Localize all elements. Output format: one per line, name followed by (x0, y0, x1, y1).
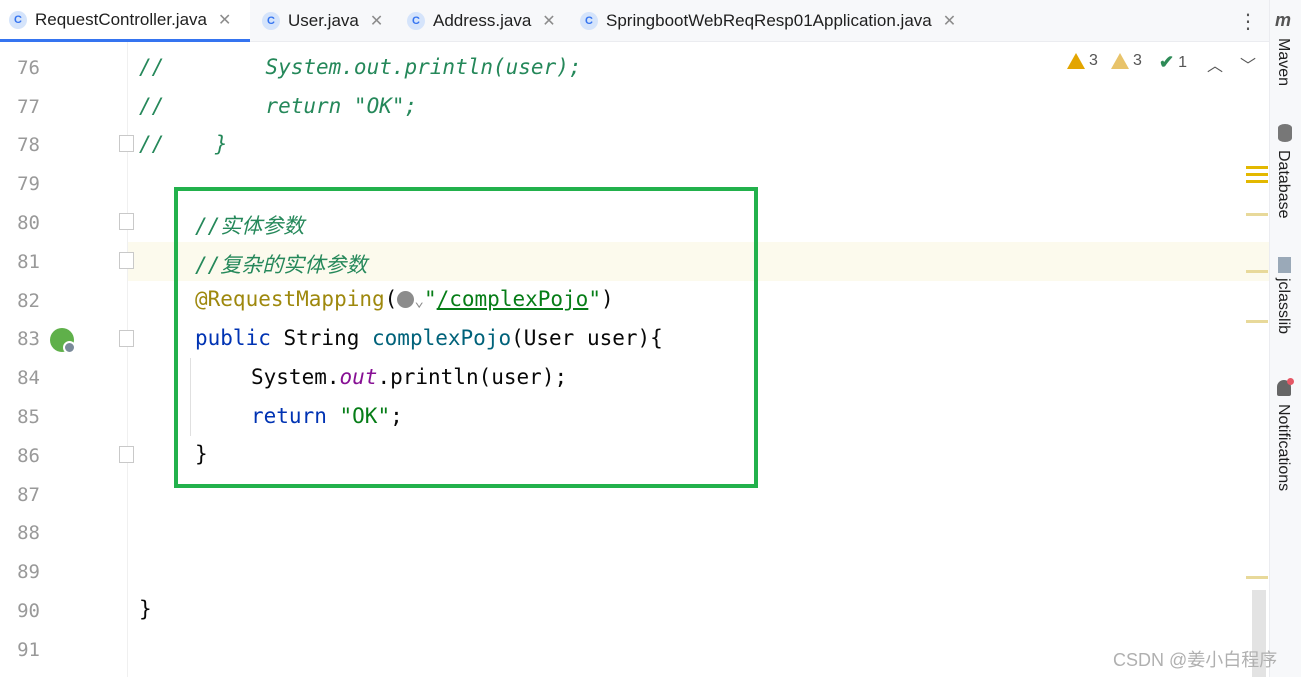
code-line-78: // } (139, 132, 228, 156)
class-icon: C (407, 12, 425, 30)
maven-tool-button[interactable]: Maven (1274, 38, 1292, 86)
marker-line (1246, 166, 1268, 169)
line-number: 83 (17, 328, 40, 350)
marker-line (1246, 173, 1268, 176)
database-tool-button[interactable]: Database (1274, 150, 1292, 219)
line-number: 82 (17, 290, 40, 312)
line-number: 77 (17, 96, 40, 118)
line-number: 78 (17, 134, 40, 156)
line-number: 84 (17, 367, 40, 389)
warning-count: 3 (1089, 52, 1098, 69)
highlight-box (174, 187, 758, 488)
chevron-down-icon: ﹀ (1240, 58, 1257, 75)
close-icon[interactable]: ✕ (542, 11, 555, 31)
right-tool-strip (1269, 0, 1301, 677)
weak-warning-icon (1111, 53, 1129, 69)
tab-address[interactable]: C Address.java ✕ (407, 0, 556, 42)
hamburger-marker-icon[interactable] (1246, 166, 1268, 184)
close-icon[interactable]: ✕ (218, 10, 231, 30)
tab-request-controller[interactable]: C RequestController.java ✕ (0, 0, 250, 42)
typo-count: 1 (1178, 53, 1187, 71)
line-number: 79 (17, 173, 40, 195)
line-number: 91 (17, 639, 40, 661)
fold-marker[interactable] (119, 446, 134, 463)
line-number: 86 (17, 445, 40, 467)
jclasslib-icon (1278, 257, 1291, 273)
scroll-marker[interactable] (1246, 270, 1268, 273)
inspection-weak-warnings[interactable]: 3 (1111, 52, 1142, 70)
line-number: 81 (17, 251, 40, 273)
fold-marker[interactable] (119, 330, 134, 347)
inspection-typos[interactable]: ✔ 1 (1159, 52, 1187, 73)
maven-icon: m (1275, 10, 1292, 30)
scroll-marker[interactable] (1246, 576, 1268, 579)
line-number: 89 (17, 561, 40, 583)
notification-dot (1287, 378, 1294, 385)
close-icon[interactable]: ✕ (943, 11, 956, 31)
editor-tab-bar: C RequestController.java ✕ C User.java ✕… (0, 0, 1269, 42)
watermark: CSDN @姜小白程序 (1113, 650, 1278, 670)
fold-marker[interactable] (119, 213, 134, 230)
run-class-icon: C (580, 12, 598, 30)
line-number: 90 (17, 600, 40, 622)
code-line-76: // System.out.println(user); (139, 55, 582, 79)
globe-icon (63, 341, 76, 354)
inspection-warnings[interactable]: 3 (1067, 52, 1098, 70)
spring-endpoint-icon[interactable] (50, 328, 76, 354)
line-number: 80 (17, 212, 40, 234)
line-number: 76 (17, 57, 40, 79)
weak-warning-count: 3 (1133, 52, 1142, 69)
tab-label: User.java (288, 11, 359, 30)
warning-icon (1067, 53, 1085, 69)
chevron-up-icon: ︿ (1207, 58, 1224, 75)
class-icon: C (9, 10, 27, 29)
line-number: 87 (17, 484, 40, 506)
tab-label: SpringbootWebReqResp01Application.java (606, 11, 932, 30)
line-number: 85 (17, 406, 40, 428)
fold-marker[interactable] (119, 252, 134, 269)
previous-highlight-button[interactable]: ︿ (1207, 52, 1223, 76)
typo-check-icon: ✔ (1159, 52, 1175, 72)
scroll-marker[interactable] (1246, 320, 1268, 323)
tab-application[interactable]: C SpringbootWebReqResp01Application.java… (580, 0, 956, 42)
tab-label: Address.java (433, 11, 532, 30)
scroll-marker[interactable] (1246, 213, 1268, 216)
next-highlight-button[interactable]: ﹀ (1240, 52, 1256, 76)
line-number: 88 (17, 522, 40, 544)
jclasslib-tool-button[interactable]: jclasslib (1274, 278, 1292, 334)
database-icon (1278, 124, 1292, 142)
tab-user[interactable]: C User.java ✕ (262, 0, 383, 42)
code-line-90: } (139, 597, 152, 621)
fold-marker[interactable] (119, 135, 134, 152)
notifications-tool-button[interactable]: Notifications (1274, 404, 1292, 491)
marker-line (1246, 180, 1268, 183)
close-icon[interactable]: ✕ (370, 11, 383, 31)
class-icon: C (262, 12, 280, 30)
tab-label: RequestController.java (35, 9, 207, 29)
code-line-77: // return "OK"; (139, 94, 418, 118)
more-options-icon[interactable]: ⋮ (1238, 8, 1258, 34)
